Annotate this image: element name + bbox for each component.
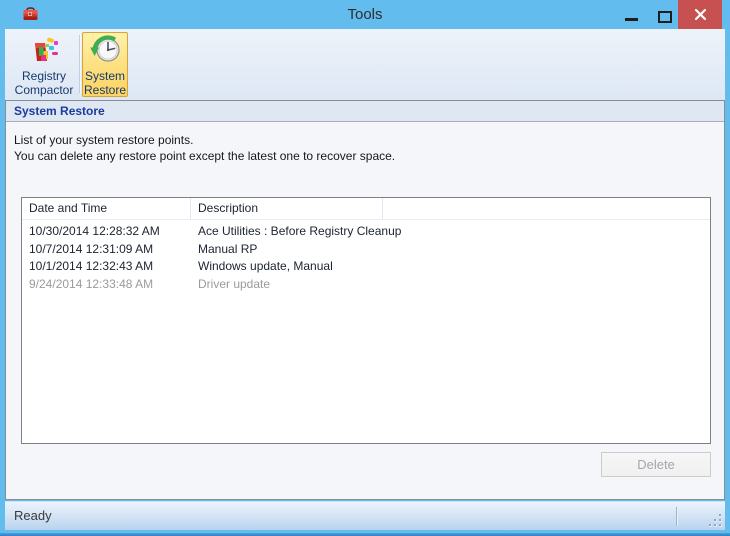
column-header-description[interactable]: Description <box>191 198 383 219</box>
description-line: You can delete any restore point except … <box>14 149 396 163</box>
system-restore-icon <box>89 35 120 62</box>
toolbar-button-system-restore[interactable]: System Restore <box>82 32 128 97</box>
tools-window: Tools Registry Compactor System Restore … <box>0 0 730 536</box>
restore-point-date: 10/1/2014 12:32:43 AM <box>29 259 154 273</box>
toolbar-button-label: Registry Compactor <box>12 69 76 97</box>
statusbar-separator <box>676 507 677 526</box>
restore-point-date: 10/7/2014 12:31:09 AM <box>29 241 154 256</box>
description-line: List of your system restore points. <box>14 133 194 147</box>
minimize-icon <box>625 18 638 21</box>
table-row[interactable]: 10/7/2014 12:31:09 AM Manual RP <box>22 241 710 259</box>
table-row[interactable]: 10/1/2014 12:32:43 AM Windows update, Ma… <box>22 258 710 276</box>
column-header-date[interactable]: Date and Time <box>22 198 191 219</box>
restore-point-date: 10/30/2014 12:28:32 AM <box>29 224 160 238</box>
system-restore-panel: System Restore List of your system resto… <box>5 100 725 500</box>
maximize-button[interactable] <box>650 0 678 29</box>
list-header: Date and Time Description <box>22 198 710 220</box>
restore-point-description: Windows update, Manual <box>198 259 333 273</box>
resize-grip-icon[interactable] <box>709 514 722 527</box>
panel-description: List of your system restore points. You … <box>14 132 724 164</box>
table-row[interactable]: 9/24/2014 12:33:48 AM Driver update <box>22 276 710 294</box>
label-line-2: Restore <box>83 83 127 97</box>
table-row[interactable]: 10/30/2014 12:28:32 AM Ace Utilities : B… <box>22 223 710 241</box>
minimize-button[interactable] <box>617 0 645 29</box>
registry-compactor-icon <box>34 37 58 61</box>
close-icon <box>694 8 706 21</box>
toolbar-button-label: System Restore <box>83 69 127 97</box>
restore-point-description: Manual RP <box>198 241 258 256</box>
status-text: Ready <box>14 508 52 523</box>
statusbar: Ready <box>5 501 725 530</box>
restore-point-description: Driver update <box>198 276 271 291</box>
toolbar: Registry Compactor System Restore <box>5 29 725 101</box>
column-header-empty <box>383 198 710 219</box>
label-line-1: System <box>84 69 125 83</box>
close-button[interactable] <box>678 0 722 29</box>
restore-point-date: 9/24/2014 12:33:48 AM <box>29 276 154 291</box>
maximize-icon <box>658 11 672 23</box>
toolbar-separator <box>79 35 80 93</box>
restore-points-list[interactable]: Date and Time Description 10/30/2014 12:… <box>21 197 711 444</box>
restore-point-description: Ace Utilities : Before Registry Cleanup <box>198 224 402 238</box>
label-line-2: Compactor <box>14 83 74 97</box>
titlebar: Tools <box>0 0 730 29</box>
panel-title: System Restore <box>6 101 724 122</box>
toolbar-button-registry-compactor[interactable]: Registry Compactor <box>11 32 77 97</box>
label-line-1: Registry <box>21 69 66 83</box>
delete-button[interactable]: Delete <box>601 452 711 477</box>
list-rows: 10/30/2014 12:28:32 AM Ace Utilities : B… <box>22 220 710 293</box>
